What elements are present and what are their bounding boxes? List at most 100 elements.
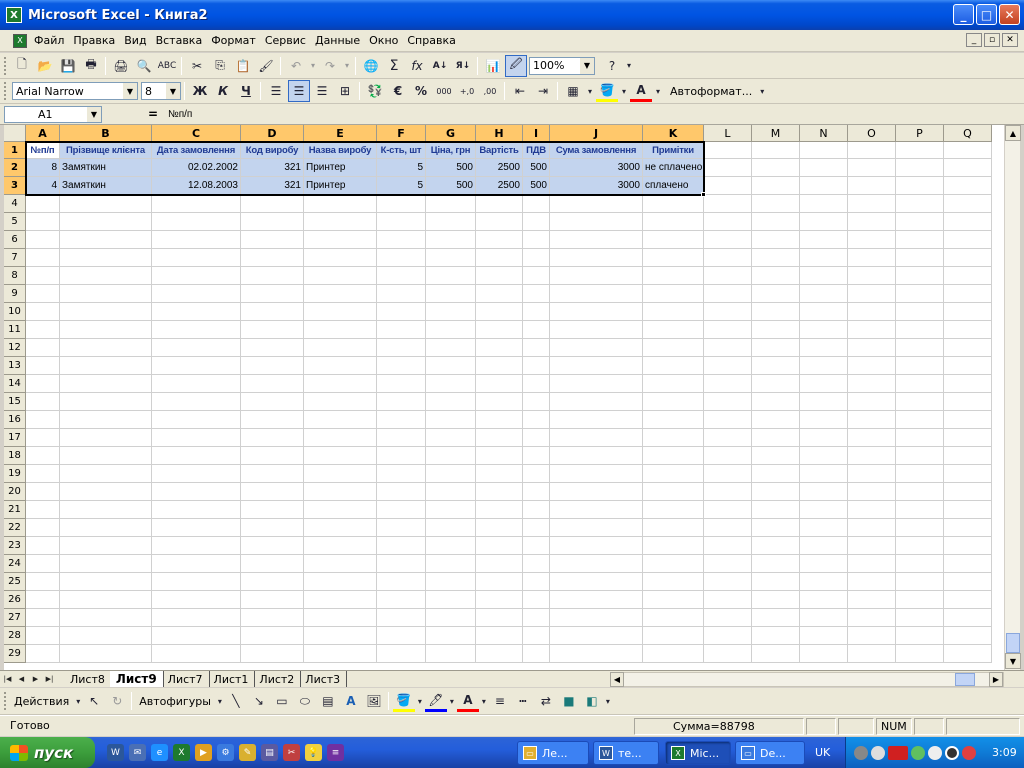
cell[interactable] xyxy=(800,195,848,213)
cell[interactable] xyxy=(944,249,992,267)
cell[interactable] xyxy=(643,285,704,303)
cell[interactable] xyxy=(848,555,896,573)
cell[interactable] xyxy=(752,142,800,159)
cell[interactable] xyxy=(704,303,752,321)
cell[interactable] xyxy=(241,573,304,591)
autoformat-button[interactable]: Автоформат... xyxy=(666,85,756,98)
cell[interactable] xyxy=(152,483,241,501)
cell[interactable] xyxy=(241,555,304,573)
cell[interactable] xyxy=(26,591,60,609)
cell[interactable] xyxy=(896,555,944,573)
row-header[interactable]: 6 xyxy=(4,231,26,249)
task-word[interactable]: W те... xyxy=(593,741,659,765)
cell[interactable] xyxy=(800,231,848,249)
scroll-left-icon[interactable]: ◀ xyxy=(610,672,624,687)
cell[interactable] xyxy=(704,501,752,519)
cell[interactable] xyxy=(60,195,152,213)
cell[interactable] xyxy=(26,465,60,483)
cell[interactable] xyxy=(944,159,992,177)
fill-handle[interactable] xyxy=(701,192,706,197)
line-color-icon[interactable]: 🖊 xyxy=(424,690,447,712)
cell[interactable] xyxy=(523,357,550,375)
menu-insert[interactable]: Вставка xyxy=(152,34,207,47)
cell[interactable] xyxy=(152,375,241,393)
cell[interactable] xyxy=(800,501,848,519)
cell[interactable] xyxy=(896,142,944,159)
cell[interactable] xyxy=(800,303,848,321)
cell[interactable] xyxy=(896,303,944,321)
cell[interactable] xyxy=(752,411,800,429)
cell[interactable] xyxy=(26,645,60,663)
cell[interactable] xyxy=(304,357,377,375)
cell[interactable] xyxy=(944,321,992,339)
horizontal-scrollbar[interactable]: ◀ ▶ xyxy=(610,672,1004,687)
cell[interactable] xyxy=(643,537,704,555)
cell[interactable] xyxy=(896,231,944,249)
cell[interactable] xyxy=(241,609,304,627)
cell[interactable] xyxy=(944,231,992,249)
column-header-h[interactable]: H xyxy=(476,125,523,142)
cell[interactable] xyxy=(241,645,304,663)
cell[interactable] xyxy=(550,375,643,393)
cell[interactable] xyxy=(800,447,848,465)
cell[interactable] xyxy=(377,357,426,375)
scroll-thumb[interactable] xyxy=(1006,633,1020,653)
cell[interactable] xyxy=(26,411,60,429)
cell[interactable] xyxy=(377,411,426,429)
cell[interactable] xyxy=(426,519,476,537)
cell[interactable] xyxy=(426,321,476,339)
cell[interactable] xyxy=(60,537,152,555)
cell[interactable] xyxy=(476,213,523,231)
cell[interactable] xyxy=(944,393,992,411)
cell[interactable] xyxy=(26,195,60,213)
cell[interactable] xyxy=(643,249,704,267)
cell[interactable] xyxy=(476,321,523,339)
chart-wizard-icon[interactable]: 📊 xyxy=(482,55,504,77)
column-header-j[interactable]: J xyxy=(550,125,643,142)
task-excel[interactable]: X Mic... xyxy=(665,741,731,765)
cell[interactable] xyxy=(304,645,377,663)
cell[interactable] xyxy=(704,447,752,465)
row-header[interactable]: 19 xyxy=(4,465,26,483)
autoshapes-menu[interactable]: Автофигуры xyxy=(135,695,215,708)
cell[interactable] xyxy=(752,483,800,501)
workbook-icon[interactable]: X xyxy=(13,33,27,48)
cell[interactable] xyxy=(896,339,944,357)
cell[interactable] xyxy=(752,519,800,537)
clipart-icon[interactable]: 🖼 xyxy=(363,690,385,712)
cell[interactable] xyxy=(896,537,944,555)
cell[interactable] xyxy=(704,537,752,555)
cell[interactable] xyxy=(944,213,992,231)
cell[interactable] xyxy=(26,267,60,285)
cell[interactable] xyxy=(848,483,896,501)
chevron-down-icon[interactable]: ▼ xyxy=(123,83,137,99)
cell[interactable] xyxy=(944,177,992,195)
cell-d1[interactable]: Код виробу xyxy=(241,142,304,159)
cell[interactable] xyxy=(304,519,377,537)
cell[interactable] xyxy=(377,249,426,267)
row-header[interactable]: 13 xyxy=(4,357,26,375)
cell[interactable] xyxy=(704,519,752,537)
column-header-d[interactable]: D xyxy=(241,125,304,142)
cell[interactable] xyxy=(752,645,800,663)
cell[interactable] xyxy=(304,465,377,483)
bold-button[interactable]: Ж xyxy=(189,80,211,102)
cell[interactable] xyxy=(60,249,152,267)
cell[interactable] xyxy=(476,411,523,429)
cell[interactable] xyxy=(377,267,426,285)
cell-g2[interactable]: 500 xyxy=(426,159,476,177)
cell[interactable] xyxy=(752,429,800,447)
3d-icon[interactable]: ◧ xyxy=(581,690,603,712)
select-objects-icon[interactable]: ↖ xyxy=(83,690,105,712)
cell[interactable] xyxy=(800,213,848,231)
cell[interactable] xyxy=(704,375,752,393)
cell[interactable] xyxy=(476,591,523,609)
cell[interactable] xyxy=(523,213,550,231)
cell[interactable] xyxy=(643,465,704,483)
bulb-icon[interactable]: 💡 xyxy=(305,744,322,761)
cell[interactable] xyxy=(426,645,476,663)
cell-j3[interactable]: 3000 xyxy=(550,177,643,195)
cell[interactable] xyxy=(426,231,476,249)
cell[interactable] xyxy=(523,537,550,555)
cell[interactable] xyxy=(476,465,523,483)
